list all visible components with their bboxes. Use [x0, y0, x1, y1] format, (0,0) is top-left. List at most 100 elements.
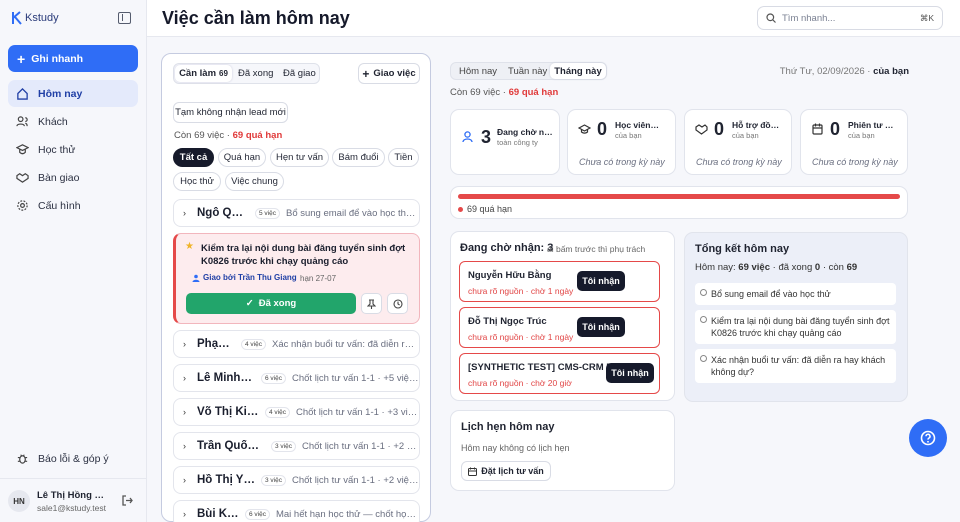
- remaining-text: Còn 69 việc ·: [174, 130, 233, 141]
- group-name: Bùi Khánh: [197, 508, 239, 520]
- list-item[interactable]: › Trần Quốc Bảo 3 việc Chốt lịch tư vấn …: [173, 432, 420, 460]
- pending-status: chưa rõ nguồn · chờ 20 giờ: [468, 378, 572, 388]
- group-text: Chốt lịch tư vấn 1-1 · +5 việc khác: [291, 372, 419, 384]
- stat-label: Hỗ trợ đồng đội: [732, 120, 782, 130]
- quick-note-button[interactable]: + Ghi nhanh: [8, 45, 138, 72]
- group-text: Bổ sung email để vào học thử · +4 việc: [285, 207, 419, 219]
- chevron-right-icon: ›: [183, 407, 186, 417]
- group-text: Xác nhận buổi tư vấn: đã diễn ra hay khá…: [271, 338, 419, 350]
- sidebar-item-handover[interactable]: Bàn giao: [8, 164, 138, 191]
- list-item[interactable]: › Võ Thị Kim Anh 4 việc Chốt lịch tư vấn…: [173, 398, 420, 426]
- stat-card-team-support[interactable]: 0 Hỗ trợ đồng đội của bạn Chưa có trong …: [684, 109, 792, 175]
- help-icon: [920, 430, 936, 446]
- group-text: Chốt lịch tư vấn 1-1 · +2 việc khác: [301, 440, 419, 452]
- stat-card-consult-sessions[interactable]: 0 Phiên tư vấn của bạn Chưa có trong kỳ …: [800, 109, 908, 175]
- tab-month[interactable]: Tháng này: [550, 63, 606, 79]
- assign-task-button[interactable]: + Giao việc: [358, 63, 420, 84]
- claim-button[interactable]: Tôi nhận: [606, 363, 654, 383]
- filter-money[interactable]: Tiền: [388, 148, 419, 167]
- sidebar-item-label: Hôm nay: [38, 87, 83, 100]
- help-button[interactable]: [909, 419, 947, 457]
- claim-button[interactable]: Tôi nhận: [577, 271, 625, 291]
- list-item[interactable]: › Lê Minh Tuấn 6 việc Chốt lịch tư vấn 1…: [173, 364, 420, 392]
- logout-icon[interactable]: [122, 495, 133, 506]
- filter-overdue[interactable]: Quá hạn: [218, 148, 266, 167]
- bug-icon: [17, 454, 28, 464]
- graduation-icon: [16, 144, 29, 155]
- list-item[interactable]: › Ngô Quang Huy 5 việc Bổ sung email để …: [173, 199, 420, 227]
- main-remaining: Còn 69 việc · 69 quá hạn: [450, 87, 558, 98]
- sidebar-item-label: Bàn giao: [38, 171, 80, 184]
- stat-number: 3: [481, 127, 492, 147]
- clock-icon: [700, 289, 707, 296]
- summary-item-text: Bổ sung email để vào học thử: [711, 289, 831, 299]
- stat-sub: của bạn: [848, 131, 875, 140]
- current-date: Thứ Tư, 02/09/2026 · của bạn: [780, 66, 909, 77]
- list-item[interactable]: › Bùi Khánh 6 việc Mai hết hạn học thử —…: [173, 500, 420, 522]
- pause-lead-button[interactable]: Tạm không nhận lead mới: [173, 102, 288, 123]
- sidebar-item-customers[interactable]: Khách: [8, 108, 138, 135]
- user-name: Lê Thị Hồng Nhung: [37, 490, 107, 501]
- app-logo[interactable]: Kstudy: [12, 11, 59, 25]
- list-item[interactable]: › Hồ Thị Yến 3 việc Chốt lịch tư vấn 1-1…: [173, 466, 420, 494]
- pending-status: chưa rõ nguồn · chờ 1 ngày: [468, 286, 574, 296]
- sidebar-item-today[interactable]: Hôm nay: [8, 80, 138, 107]
- kstudy-logo-icon: [12, 11, 22, 25]
- sidebar-item-settings[interactable]: Cấu hình: [8, 192, 138, 219]
- filter-followup[interactable]: Bám đuổi: [332, 148, 385, 167]
- sidebar-item-trial[interactable]: Học thử: [8, 136, 138, 163]
- stat-card-waiting[interactable]: 3 Đang chờ nhận toàn công ty: [450, 109, 560, 175]
- filter-consult[interactable]: Hẹn tư vấn: [270, 148, 329, 167]
- snooze-button[interactable]: [387, 293, 408, 314]
- stat-label: Học viên mới: [615, 120, 661, 130]
- users-icon: [16, 116, 28, 127]
- appointments-title: Lịch hẹn hôm nay: [461, 421, 555, 433]
- graduation-icon: [578, 124, 591, 134]
- sidebar-toggle-icon[interactable]: [118, 12, 131, 24]
- assign-task-label: Giao việc: [373, 68, 416, 79]
- tab-week[interactable]: Tuần này: [508, 66, 547, 77]
- group-text: Mai hết hạn học thử — chốt học chính thứ…: [275, 508, 419, 520]
- pin-button[interactable]: [361, 293, 382, 314]
- book-consult-button[interactable]: Đặt lịch tư vấn: [461, 461, 551, 481]
- overdue-progress-card: [450, 186, 908, 219]
- progress-fill: [458, 194, 900, 199]
- group-name: Ngô Quang Huy: [197, 207, 249, 219]
- overdue-text: 69 quá hạn: [508, 87, 559, 98]
- stat-card-new-students[interactable]: 0 Học viên mới của bạn Chưa có trong kỳ …: [567, 109, 676, 175]
- filter-all[interactable]: Tất cả: [173, 148, 214, 167]
- summary-line: Hôm nay: 69 việc · đã xong 0 · còn 69: [695, 262, 857, 273]
- group-name: Lê Minh Tuấn: [197, 372, 255, 384]
- remaining-text: Còn 69 việc ·: [450, 87, 509, 98]
- list-item[interactable]: › Phạm Minh 4 việc Xác nhận buổi tư vấn:…: [173, 330, 420, 358]
- pending-note: ai bấm trước thì phụ trách: [547, 244, 646, 254]
- progress-legend: 69 quá hạn: [458, 204, 512, 214]
- filter-trial[interactable]: Học thử: [173, 172, 221, 191]
- tab-assigned[interactable]: Đã giao: [283, 68, 316, 79]
- claim-button[interactable]: Tôi nhận: [577, 317, 625, 337]
- pending-name: [SYNTHETIC TEST] CMS-CRM P0: [468, 362, 618, 373]
- task-remaining: Còn 69 việc · 69 quá hạn: [174, 130, 282, 141]
- avatar[interactable]: HN: [8, 490, 30, 512]
- summary-left: 69: [846, 262, 858, 273]
- tab-todo[interactable]: Cần làm 69: [175, 65, 232, 82]
- sidebar: [0, 0, 147, 522]
- calendar-icon: [468, 467, 478, 476]
- chevron-right-icon: ›: [183, 208, 186, 218]
- tab-done[interactable]: Đã xong: [238, 68, 273, 79]
- summary-prefix: Hôm nay:: [695, 262, 739, 273]
- search-input[interactable]: Tìm nhanh... ⌘K: [757, 6, 943, 30]
- stat-sub: toàn công ty: [497, 138, 538, 147]
- feedback-link[interactable]: Báo lỗi & góp ý: [8, 445, 138, 472]
- owner-text: của bạn: [873, 66, 909, 77]
- tab-label: Cần làm: [179, 68, 217, 79]
- search-placeholder: Tìm nhanh...: [782, 12, 836, 24]
- tab-today[interactable]: Hôm nay: [459, 66, 497, 77]
- group-name: Võ Thị Kim Anh: [197, 406, 259, 418]
- group-count: 5 việc: [255, 207, 280, 219]
- stat-label: Phiên tư vấn: [848, 120, 898, 130]
- filter-general[interactable]: Việc chung: [225, 172, 284, 191]
- pin-icon: [367, 298, 376, 309]
- mark-done-button[interactable]: ✓ Đã xong: [186, 293, 356, 314]
- group-text: Chốt lịch tư vấn 1-1 · +2 việc khác: [291, 474, 419, 486]
